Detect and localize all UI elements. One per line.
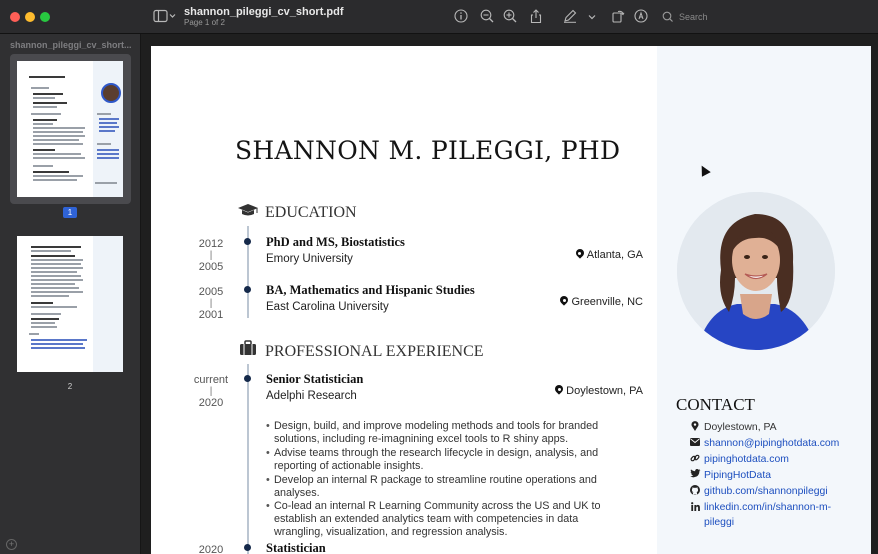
map-pin-icon	[576, 249, 584, 259]
experience-1-title: Senior Statistician	[266, 372, 364, 386]
twitter-icon	[688, 468, 702, 484]
zoom-out-icon[interactable]	[478, 9, 496, 27]
zoom-in-icon[interactable]	[501, 9, 519, 27]
timeline-dot	[244, 375, 251, 382]
envelope-icon	[688, 436, 702, 452]
annotate-icon[interactable]	[632, 9, 650, 27]
info-icon[interactable]	[452, 9, 470, 27]
education-heading: EDUCATION	[237, 203, 357, 222]
experience-1-org: Adelphi Research	[266, 390, 357, 402]
timeline-dot	[244, 238, 251, 245]
page-number-1[interactable]: 1	[63, 207, 77, 218]
zoom-window-button[interactable]	[40, 12, 50, 22]
timeline-dot	[244, 286, 251, 293]
list-item: Co-lead an internal R Learning Community…	[266, 500, 622, 539]
search-input[interactable]: Search	[659, 9, 869, 26]
contact-github[interactable]: github.com/shannonpileggi	[688, 484, 858, 500]
experience-heading: PROFESSIONAL EXPERIENCE	[237, 340, 484, 361]
thumbnail-sidebar: shannon_pileggi_cv_short... 1 2 +	[0, 34, 141, 554]
contact-twitter[interactable]: PipingHotData	[688, 468, 858, 484]
list-item: Develop an internal R package to streaml…	[266, 474, 622, 500]
search-placeholder: Search	[679, 12, 708, 22]
contact-github-link[interactable]: github.com/shannonpileggi	[704, 486, 828, 497]
timeline-dot	[244, 544, 251, 551]
education-2-title: BA, Mathematics and Hispanic Studies	[266, 283, 475, 297]
linkedin-icon	[688, 500, 702, 515]
briefcase-icon	[237, 340, 259, 361]
page-thumbnail-image	[17, 236, 123, 372]
map-pin-icon	[555, 385, 563, 395]
list-item: Design, build, and improve modeling meth…	[266, 420, 622, 446]
experience-2-dates: 2020	[198, 544, 224, 554]
education-1-title: PhD and MS, Biostatistics	[266, 235, 405, 249]
contact-location: Doylestown, PA	[688, 420, 858, 436]
contact-email[interactable]: shannon@pipinghotdata.com	[688, 436, 858, 452]
search-icon	[662, 9, 675, 26]
contact-list: Doylestown, PA shannon@pipinghotdata.com…	[688, 420, 858, 530]
link-icon	[688, 452, 702, 468]
share-icon[interactable]	[527, 9, 545, 27]
cv-name-heading: SHANNON M. PILEGGI, PHD	[235, 136, 621, 165]
page-thumbnail-2[interactable]	[10, 229, 131, 379]
close-window-button[interactable]	[10, 12, 20, 22]
experience-1-bullets: Design, build, and improve modeling meth…	[266, 420, 622, 540]
github-icon	[688, 484, 702, 500]
window-titlebar: shannon_pileggi_cv_short.pdf Page 1 of 2…	[0, 0, 878, 34]
experience-1-dates: current | 2020	[193, 374, 229, 409]
contact-linkedin[interactable]: linkedin.com/in/shannon-m-pileggi	[688, 500, 858, 530]
pdf-page: SHANNON M. PILEGGI, PHD EDUCATION 2012 |…	[151, 46, 871, 554]
education-2-org: East Carolina University	[266, 301, 389, 313]
sidebar-document-title: shannon_pileggi_cv_short...	[10, 40, 132, 50]
contact-website-link[interactable]: pipinghotdata.com	[704, 454, 789, 465]
list-item: Advise teams through the research lifecy…	[266, 447, 622, 473]
map-pin-icon	[688, 420, 702, 436]
experience-2-title: Statistician	[266, 541, 326, 554]
map-pin-icon	[560, 296, 568, 306]
page-thumbnail-image	[17, 61, 123, 197]
profile-photo	[677, 192, 835, 350]
rotate-icon[interactable]	[609, 9, 627, 27]
graduation-cap-icon	[237, 203, 259, 222]
education-2-location: Greenville, NC	[560, 296, 643, 308]
contact-twitter-link[interactable]: PipingHotData	[704, 470, 771, 481]
experience-heading-text: PROFESSIONAL EXPERIENCE	[265, 343, 484, 360]
contact-linkedin-link[interactable]: linkedin.com/in/shannon-m-pileggi	[704, 502, 831, 528]
markup-pen-icon[interactable]	[561, 9, 579, 27]
education-heading-text: EDUCATION	[265, 204, 357, 221]
document-title: shannon_pileggi_cv_short.pdf	[184, 6, 344, 18]
page-number-2[interactable]: 2	[63, 381, 77, 392]
page-indicator: Page 1 of 2	[184, 18, 225, 27]
experience-1-location: Doylestown, PA	[555, 385, 643, 397]
education-1-org: Emory University	[266, 253, 353, 265]
document-viewer[interactable]: SHANNON M. PILEGGI, PHD EDUCATION 2012 |…	[141, 34, 878, 554]
contact-email-link[interactable]: shannon@pipinghotdata.com	[704, 438, 839, 449]
contact-website[interactable]: pipinghotdata.com	[688, 452, 858, 468]
minimize-window-button[interactable]	[25, 12, 35, 22]
chevron-down-icon[interactable]	[585, 9, 599, 27]
experience-timeline	[247, 364, 249, 554]
add-page-icon[interactable]: +	[6, 539, 17, 550]
contact-heading: CONTACT	[676, 395, 755, 414]
page-thumbnail-1[interactable]	[10, 54, 131, 204]
education-1-dates: 2012 | 2005	[198, 238, 224, 273]
education-2-dates: 2005 | 2001	[198, 286, 224, 321]
education-1-location: Atlanta, GA	[576, 249, 643, 261]
sidebar-toggle-icon[interactable]	[153, 9, 177, 27]
